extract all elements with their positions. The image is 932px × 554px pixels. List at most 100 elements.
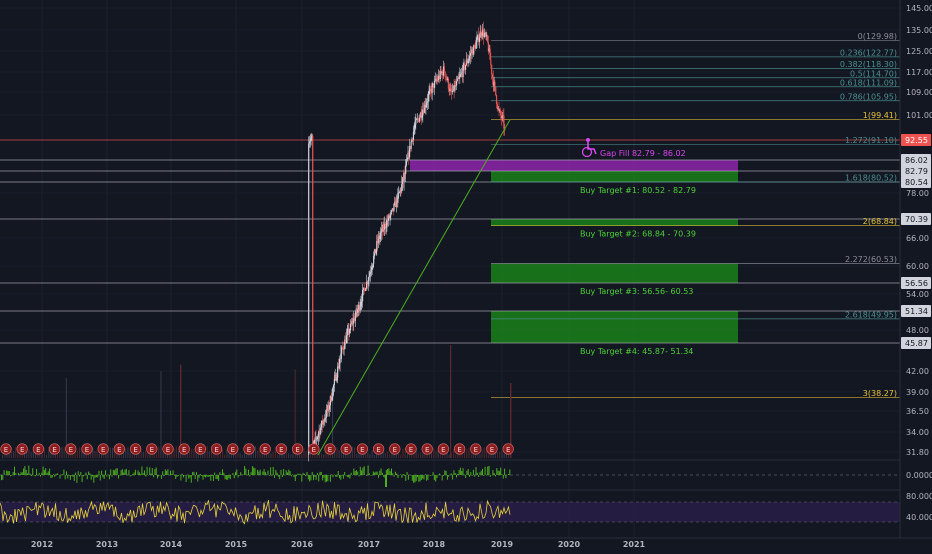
volume-bar [15, 447, 16, 458]
volume-bar [81, 451, 82, 458]
volume-bar [202, 454, 203, 458]
oscillator-bar [13, 472, 14, 475]
volume-bar [387, 452, 388, 458]
oscillator-bar [496, 468, 497, 475]
oscillator-bar [204, 475, 205, 477]
oscillator-bar [18, 473, 19, 475]
oscillator-bar [330, 475, 331, 482]
buy-target-label: Buy Target #3: 56.56- 60.53 [580, 287, 693, 296]
earnings-badge-label: E [166, 446, 170, 454]
candle-body [454, 85, 455, 91]
candle-body [430, 89, 431, 90]
oscillator-bar [366, 475, 367, 476]
rsi-axis-tick: 40.0000 [906, 513, 932, 522]
oscillator-bar [286, 470, 287, 475]
volume-bar [391, 453, 392, 458]
oscillator-bar [245, 469, 246, 475]
oscillator-bar [221, 474, 222, 475]
oscillator-bar [144, 470, 145, 475]
oscillator-bar [317, 473, 318, 475]
oscillator-bar [37, 475, 38, 476]
buy-target-zone [491, 264, 738, 283]
earnings-badge-label: E [312, 446, 316, 454]
candle-body [386, 220, 387, 227]
candle-body [331, 397, 332, 401]
fib-level-label: 0.786(105.95) [840, 92, 897, 101]
oscillator-bar [356, 470, 357, 475]
volume-bar [176, 446, 177, 458]
candle-body [315, 437, 316, 438]
oscillator-bar [453, 470, 454, 475]
oscillator-bar [182, 474, 183, 475]
earnings-badge-label: E [247, 446, 251, 454]
oscillator-bar [2, 475, 3, 480]
candle-body [369, 274, 370, 277]
volume-bar [31, 452, 32, 458]
oscillator-bar [173, 470, 174, 475]
volume-bar [61, 447, 62, 458]
oscillator-bar [394, 475, 395, 477]
oscillator-bar [417, 475, 418, 477]
volume-bar [191, 449, 192, 458]
oscillator-bar [383, 475, 384, 477]
oscillator-bar [372, 475, 373, 476]
candle-body [476, 42, 477, 49]
oscillator-bar [479, 472, 480, 475]
candle-body [371, 270, 372, 272]
volume-bar [484, 447, 485, 458]
candle-body [414, 125, 415, 128]
oscillator-bar [268, 470, 269, 475]
price-chart[interactable]: EEEEEEEEEEEEEEEEEEEEEEEEEEEEEEEE 145.001… [0, 0, 932, 550]
price-axis-tick: 34.00 [906, 428, 929, 437]
price-axis-tick: 48.00 [906, 326, 929, 335]
oscillator-bar [252, 466, 253, 475]
price-axis-tick: 60.00 [906, 262, 929, 271]
candle-body [490, 60, 491, 65]
oscillator-bar [195, 475, 196, 479]
buy-target-zone [491, 219, 738, 226]
volume-bar [2, 455, 3, 458]
candle-body [404, 173, 405, 181]
oscillator-bar [104, 475, 105, 479]
earnings-badge-label: E [409, 446, 413, 454]
oscillator-bar [134, 472, 135, 475]
oscillator-bar [321, 472, 322, 475]
candle-body [407, 159, 408, 161]
candle-body [465, 65, 466, 69]
candle-body [347, 331, 348, 335]
oscillator-bar [295, 475, 296, 481]
volume-bar [229, 453, 230, 458]
oscillator-bar [392, 473, 393, 475]
volume-bar [453, 449, 454, 458]
oscillator-bar [400, 474, 401, 475]
oscillator-bar [251, 472, 252, 475]
time-axis-tick: 2021 [623, 540, 646, 549]
oscillator-bar [131, 475, 132, 476]
volume-bar [17, 452, 18, 458]
earnings-badge-label: E [328, 446, 332, 454]
oscillator-bar [307, 472, 308, 475]
oscillator-bar [459, 470, 460, 475]
oscillator-bar [508, 474, 509, 475]
candle-body [373, 256, 374, 264]
oscillator-bar [414, 475, 415, 482]
oscillator-bar [273, 467, 274, 475]
buy-target-label: Buy Target #1: 80.52 - 82.79 [580, 186, 696, 195]
earnings-badge-label: E [231, 446, 235, 454]
oscillator-bar [249, 475, 250, 476]
oscillator-bar [281, 470, 282, 475]
oscillator-bar [209, 475, 210, 476]
oscillator-bar [32, 468, 33, 475]
fib-level-label: 0.618(111.09) [840, 78, 897, 87]
fib-level-label: 0.382(118.30) [840, 60, 897, 69]
oscillator-bar [52, 475, 53, 478]
price-level-tag-label: 80.54 [905, 178, 928, 187]
oscillator-bar [472, 475, 473, 476]
oscillator-bar [147, 467, 148, 475]
oscillator-bar [435, 475, 436, 481]
time-axis-tick: 2018 [423, 540, 446, 549]
fib-level-label: 3(38.27) [863, 389, 897, 398]
oscillator-bar [118, 475, 119, 479]
chart-canvas[interactable]: EEEEEEEEEEEEEEEEEEEEEEEEEEEEEEEE 145.001… [0, 0, 932, 550]
oscillator-bar [80, 472, 81, 475]
